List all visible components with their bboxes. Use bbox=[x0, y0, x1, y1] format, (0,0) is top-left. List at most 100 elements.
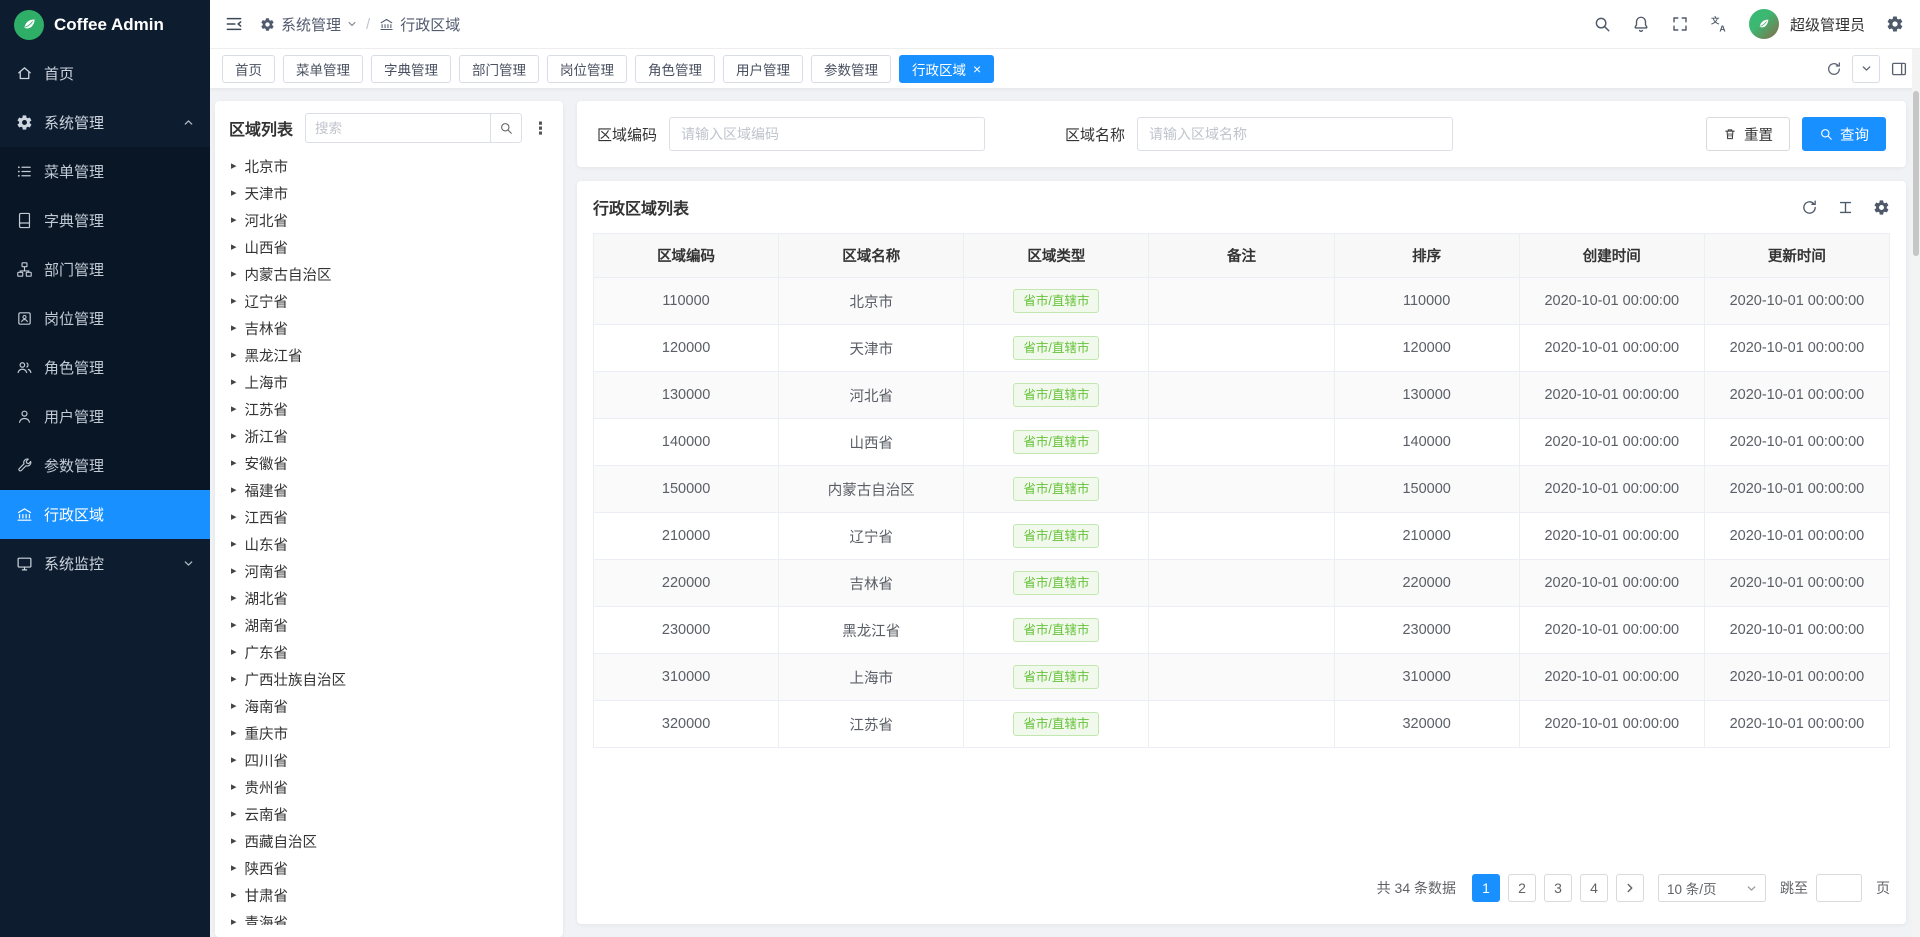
tree-item[interactable]: ▸ 内蒙古自治区 bbox=[229, 261, 549, 288]
region-name-input[interactable] bbox=[1137, 117, 1453, 151]
bell-icon[interactable] bbox=[1632, 15, 1650, 33]
settings-gear-icon[interactable] bbox=[1886, 15, 1904, 33]
table-row[interactable]: 220000 吉林省 省市/直辖市 220000 2020-10-01 00:0… bbox=[594, 560, 1890, 607]
close-icon[interactable]: × bbox=[973, 62, 981, 76]
sidebar-item-system-management[interactable]: 系统管理 bbox=[0, 98, 210, 147]
tree-item[interactable]: ▸ 黑龙江省 bbox=[229, 342, 549, 369]
tree-item[interactable]: ▸ 湖北省 bbox=[229, 585, 549, 612]
tree-item[interactable]: ▸ 吉林省 bbox=[229, 315, 549, 342]
tab-label: 首页 bbox=[235, 59, 262, 79]
page-button[interactable]: 1 bbox=[1472, 874, 1500, 902]
tab-actions-dropdown[interactable] bbox=[1852, 55, 1880, 83]
tree-item[interactable]: ▸ 辽宁省 bbox=[229, 288, 549, 315]
table-row[interactable]: 120000 天津市 省市/直辖市 120000 2020-10-01 00:0… bbox=[594, 325, 1890, 372]
tree-item[interactable]: ▸ 山西省 bbox=[229, 234, 549, 261]
layout-icon[interactable] bbox=[1890, 60, 1908, 78]
region-type-badge: 省市/直辖市 bbox=[1013, 477, 1099, 501]
table-row[interactable]: 140000 山西省 省市/直辖市 140000 2020-10-01 00:0… bbox=[594, 419, 1890, 466]
page-tab[interactable]: 用户管理 bbox=[723, 55, 803, 83]
tree-item[interactable]: ▸ 天津市 bbox=[229, 180, 549, 207]
table-row[interactable]: 110000 北京市 省市/直辖市 110000 2020-10-01 00:0… bbox=[594, 278, 1890, 325]
cell-region-type: 省市/直辖市 bbox=[964, 701, 1149, 748]
tree-item[interactable]: ▸ 西藏自治区 bbox=[229, 828, 549, 855]
breadcrumb-label: 系统管理 bbox=[281, 14, 341, 35]
tree-item[interactable]: ▸ 广西壮族自治区 bbox=[229, 666, 549, 693]
sidebar-subitem[interactable]: 部门管理 bbox=[0, 245, 210, 294]
page-button[interactable]: 4 bbox=[1580, 874, 1608, 902]
tree-item[interactable]: ▸ 浙江省 bbox=[229, 423, 549, 450]
tree-search-input[interactable] bbox=[305, 113, 490, 143]
sidebar-item-system-monitor[interactable]: 系统监控 bbox=[0, 539, 210, 588]
tree-item[interactable]: ▸ 湖南省 bbox=[229, 612, 549, 639]
table-row[interactable]: 150000 内蒙古自治区 省市/直辖市 150000 2020-10-01 0… bbox=[594, 466, 1890, 513]
tree-item-label: 山东省 bbox=[245, 534, 289, 555]
tree-search-button[interactable] bbox=[490, 113, 522, 143]
page-tab[interactable]: 字典管理 bbox=[371, 55, 451, 83]
tree-item[interactable]: ▸ 海南省 bbox=[229, 693, 549, 720]
breadcrumb-item-region[interactable]: 行政区域 bbox=[379, 14, 460, 35]
tree-item[interactable]: ▸ 安徽省 bbox=[229, 450, 549, 477]
search-icon[interactable] bbox=[1593, 15, 1611, 33]
scrollbar-thumb[interactable] bbox=[1913, 91, 1919, 256]
translate-icon[interactable] bbox=[1710, 15, 1728, 33]
table-row[interactable]: 230000 黑龙江省 省市/直辖市 230000 2020-10-01 00:… bbox=[594, 607, 1890, 654]
refresh-icon[interactable] bbox=[1801, 199, 1818, 216]
more-dots-icon[interactable]: ⋮ bbox=[532, 120, 549, 137]
page-tab[interactable]: 岗位管理 bbox=[547, 55, 627, 83]
text-height-icon[interactable] bbox=[1837, 199, 1854, 216]
menu-fold-icon[interactable] bbox=[224, 14, 244, 34]
page-tab[interactable]: 首页 bbox=[222, 55, 275, 83]
table-row[interactable]: 210000 辽宁省 省市/直辖市 210000 2020-10-01 00:0… bbox=[594, 513, 1890, 560]
tree-item[interactable]: ▸ 四川省 bbox=[229, 747, 549, 774]
page-jump-input[interactable] bbox=[1816, 874, 1862, 902]
sidebar-subitem[interactable]: 菜单管理 bbox=[0, 147, 210, 196]
table-row[interactable]: 130000 河北省 省市/直辖市 130000 2020-10-01 00:0… bbox=[594, 372, 1890, 419]
sidebar-subitem[interactable]: 参数管理 bbox=[0, 441, 210, 490]
reset-button[interactable]: 重置 bbox=[1706, 117, 1790, 151]
page-tab[interactable]: 角色管理 bbox=[635, 55, 715, 83]
tree-item[interactable]: ▸ 广东省 bbox=[229, 639, 549, 666]
fullscreen-icon[interactable] bbox=[1671, 15, 1689, 33]
tree-item[interactable]: ▸ 云南省 bbox=[229, 801, 549, 828]
page-tab[interactable]: 菜单管理 bbox=[283, 55, 363, 83]
table-row[interactable]: 310000 上海市 省市/直辖市 310000 2020-10-01 00:0… bbox=[594, 654, 1890, 701]
gear-icon[interactable] bbox=[1873, 199, 1890, 216]
current-user-name[interactable]: 超级管理员 bbox=[1790, 14, 1865, 35]
page-button[interactable]: 3 bbox=[1544, 874, 1572, 902]
right-column: 区域编码 区域名称 重置 查询 bbox=[577, 101, 1906, 937]
avatar[interactable] bbox=[1749, 9, 1779, 39]
page-size-select[interactable]: 10 条/页 bbox=[1658, 874, 1766, 902]
tree-item[interactable]: ▸ 青海省 bbox=[229, 909, 549, 925]
tab-label: 字典管理 bbox=[384, 59, 438, 79]
region-code-input[interactable] bbox=[669, 117, 985, 151]
page-tab[interactable]: 部门管理 bbox=[459, 55, 539, 83]
cell-created-time: 2020-10-01 00:00:00 bbox=[1519, 607, 1704, 654]
tree-item[interactable]: ▸ 重庆市 bbox=[229, 720, 549, 747]
page-button[interactable]: 2 bbox=[1508, 874, 1536, 902]
sidebar-subitem[interactable]: 岗位管理 bbox=[0, 294, 210, 343]
refresh-icon[interactable] bbox=[1826, 61, 1842, 77]
tree-item[interactable]: ▸ 甘肃省 bbox=[229, 882, 549, 909]
sidebar-subitem[interactable]: 用户管理 bbox=[0, 392, 210, 441]
sidebar-subitem[interactable]: 字典管理 bbox=[0, 196, 210, 245]
table-row[interactable]: 320000 江苏省 省市/直辖市 320000 2020-10-01 00:0… bbox=[594, 701, 1890, 748]
tree-item[interactable]: ▸ 福建省 bbox=[229, 477, 549, 504]
tree-item[interactable]: ▸ 河北省 bbox=[229, 207, 549, 234]
vertical-scrollbar[interactable] bbox=[1912, 49, 1920, 937]
tree-item[interactable]: ▸ 北京市 bbox=[229, 153, 549, 180]
tree-item[interactable]: ▸ 上海市 bbox=[229, 369, 549, 396]
tree-item[interactable]: ▸ 山东省 bbox=[229, 531, 549, 558]
sidebar-subitem[interactable]: 角色管理 bbox=[0, 343, 210, 392]
page-tab[interactable]: 参数管理 bbox=[811, 55, 891, 83]
tree-item[interactable]: ▸ 贵州省 bbox=[229, 774, 549, 801]
tree-item[interactable]: ▸ 陕西省 bbox=[229, 855, 549, 882]
breadcrumb-item-system[interactable]: 系统管理 bbox=[260, 14, 357, 35]
page-tab[interactable]: 行政区域 × bbox=[899, 55, 994, 83]
sidebar-item-home[interactable]: 首页 bbox=[0, 49, 210, 98]
tree-item[interactable]: ▸ 河南省 bbox=[229, 558, 549, 585]
sidebar-subitem[interactable]: 行政区域 bbox=[0, 490, 210, 539]
search-button[interactable]: 查询 bbox=[1802, 117, 1886, 151]
tree-item[interactable]: ▸ 江苏省 bbox=[229, 396, 549, 423]
next-page-button[interactable] bbox=[1616, 874, 1644, 902]
tree-item[interactable]: ▸ 江西省 bbox=[229, 504, 549, 531]
